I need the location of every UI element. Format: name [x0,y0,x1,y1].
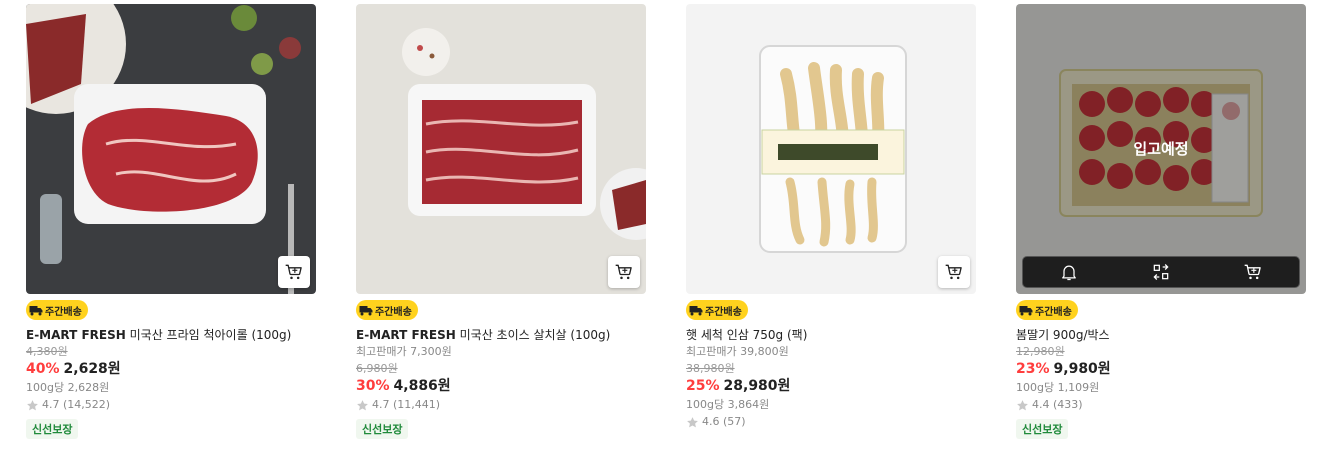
weekly-badge-label: 주간배송 [1035,306,1072,318]
max-price-note: 최고판매가 39,800원 [686,345,789,358]
fresh-guarantee-badge: 신선보장 [26,419,79,439]
discount-percent: 30% [356,378,390,394]
restock-label: 입고예정 [1133,140,1189,158]
cart-icon [615,264,632,280]
add-to-cart-button[interactable] [938,256,970,288]
discount-percent: 23% [1016,361,1050,377]
product-rating: 4.6 (57) [686,413,976,431]
sale-price-row: 25% 28,980원 [686,377,976,396]
weekly-delivery-badge: 주간배송 [1016,300,1078,320]
weekly-delivery-badge: 주간배송 [356,300,418,320]
similar-products-button[interactable] [1141,257,1181,287]
delivery-truck-icon [29,306,43,316]
product-photo-beef-strips [356,4,646,294]
product-card[interactable]: 주간배송 E-MART FRESH 미국산 프라임 척아이롤 (100g) 4,… [26,4,316,439]
product-photo-steak [26,4,316,294]
product-image[interactable] [686,4,976,294]
weekly-badge-label: 주간배송 [705,306,742,318]
product-grid: 주간배송 E-MART FRESH 미국산 프라임 척아이롤 (100g) 4,… [0,0,1323,453]
delivery-truck-icon [1019,306,1033,316]
delivery-truck-icon [359,306,373,316]
product-name: 봄딸기 900g/박스 [1016,328,1110,342]
rating-text: 4.7 (11,441) [372,398,441,411]
sale-price: 28,980원 [723,378,791,394]
product-image[interactable] [356,4,646,294]
product-rating: 4.7 (14,522) [26,396,316,414]
cart-icon [945,264,962,280]
rating-text: 4.4 (433) [1032,398,1083,411]
cart-icon [1244,264,1261,280]
product-photo-ginseng [686,4,976,294]
add-to-cart-button[interactable] [278,256,310,288]
sale-price: 2,628원 [63,361,121,377]
star-icon [687,416,698,427]
star-icon [357,399,368,410]
sale-price-row: 23% 9,980원 [1016,360,1306,379]
fresh-guarantee-badge: 신선보장 [1016,419,1069,439]
product-title[interactable]: 봄딸기 900g/박스 [1016,327,1306,343]
sale-price: 4,886원 [393,378,451,394]
max-price-note: 최고판매가 7,300원 [356,345,452,358]
product-rating: 4.4 (433) [1016,396,1306,414]
bell-icon [1062,265,1076,281]
restock-alert-button[interactable] [1049,257,1089,287]
product-name: 미국산 프라임 척아이롤 (100g) [125,328,292,342]
product-name: 햇 세척 인삼 750g (팩) [686,328,808,342]
rating-text: 4.6 (57) [702,415,746,428]
product-card[interactable]: 주간배송 E-MART FRESH 미국산 초이스 살치살 (100g) 최고판… [356,4,646,439]
weekly-delivery-badge: 주간배송 [686,300,748,320]
star-icon [1017,399,1028,410]
original-price: 6,980원 [356,362,398,375]
discount-percent: 40% [26,361,60,377]
product-title[interactable]: 햇 세척 인삼 750g (팩) [686,327,976,343]
product-brand: E-MART FRESH [356,328,456,342]
unit-price: 100g당 1,109원 [1016,381,1100,394]
product-brand: E-MART FRESH [26,328,126,342]
add-to-cart-button[interactable] [1233,257,1273,287]
product-card[interactable]: 주간배송 햇 세척 인삼 750g (팩) 최고판매가 39,800원 38,9… [686,4,976,431]
star-icon [27,399,38,410]
fresh-guarantee-badge: 신선보장 [356,419,409,439]
unit-price: 100g당 2,628원 [26,381,110,394]
product-image[interactable]: 입고예정 [1016,4,1306,294]
product-title[interactable]: E-MART FRESH 미국산 프라임 척아이롤 (100g) [26,327,316,343]
original-price: 4,380원 [26,345,68,358]
sale-price-row: 40% 2,628원 [26,360,316,379]
product-rating: 4.7 (11,441) [356,396,646,414]
weekly-badge-label: 주간배송 [375,306,412,318]
sale-price-row: 30% 4,886원 [356,377,646,396]
product-image[interactable] [26,4,316,294]
original-price: 38,980원 [686,362,735,375]
compare-icon [1153,264,1169,280]
product-name: 미국산 초이스 살치살 (100g) [455,328,611,342]
weekly-delivery-badge: 주간배송 [26,300,88,320]
add-to-cart-button[interactable] [608,256,640,288]
product-card[interactable]: 입고예정 주간배송 봄딸기 900g/박스 12,980원 23% 9,980원 … [1016,4,1306,439]
sale-price: 9,980원 [1053,361,1111,377]
delivery-truck-icon [689,306,703,316]
product-title[interactable]: E-MART FRESH 미국산 초이스 살치살 (100g) [356,327,646,343]
cart-icon [285,264,302,280]
discount-percent: 25% [686,378,720,394]
original-price: 12,980원 [1016,345,1065,358]
rating-text: 4.7 (14,522) [42,398,111,411]
weekly-badge-label: 주간배송 [45,306,82,318]
product-action-bar [1022,256,1300,288]
unit-price: 100g당 3,864원 [686,398,770,411]
